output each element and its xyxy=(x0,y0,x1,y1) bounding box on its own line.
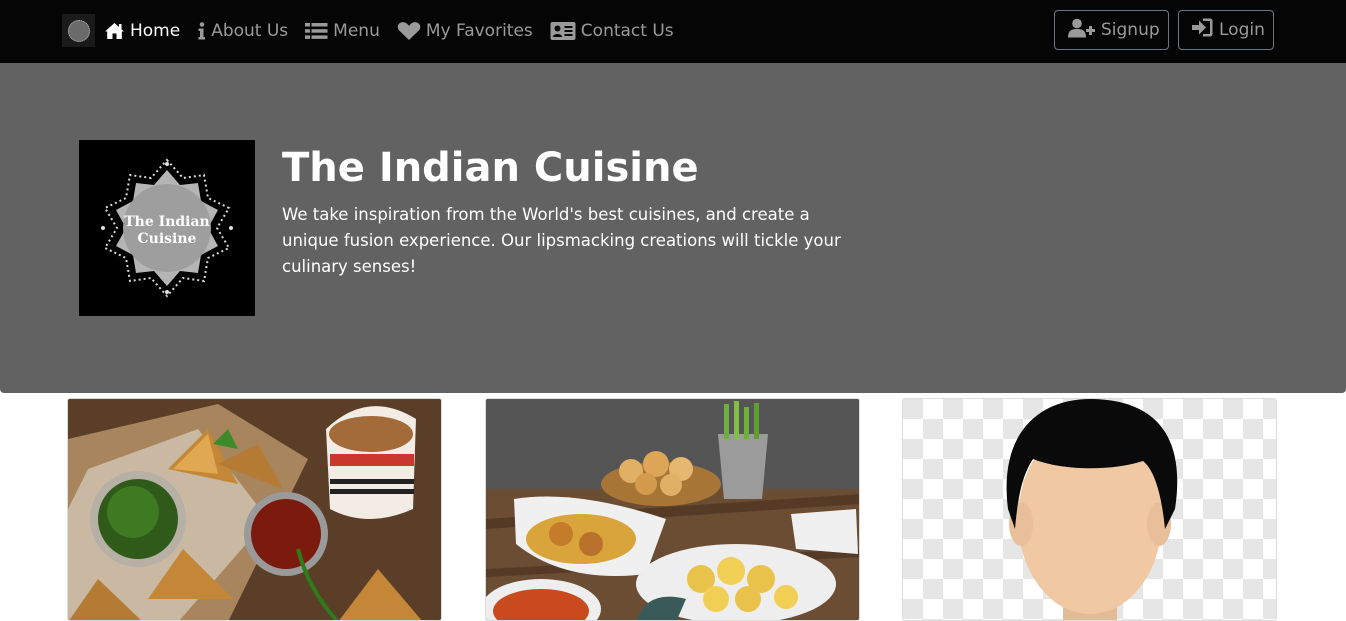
logo-text-line1: The Indian xyxy=(124,214,209,230)
nav-contact-us[interactable]: Contact Us xyxy=(550,21,674,41)
login-label: Login xyxy=(1219,20,1265,40)
card-avatar[interactable] xyxy=(902,398,1277,621)
nav-about-label: About Us xyxy=(211,21,289,41)
navbar: Home About Us Menu My Favorites Contact … xyxy=(0,0,1346,63)
nav-favorites-label: My Favorites xyxy=(425,21,533,41)
signup-button[interactable]: Signup xyxy=(1054,10,1169,50)
hero-description: We take inspiration from the World's bes… xyxy=(282,205,841,276)
logo-text-line2: Cuisine xyxy=(138,231,197,247)
nav-menu[interactable]: Menu xyxy=(305,21,380,41)
nav-home[interactable]: Home xyxy=(104,21,180,41)
brand-logo-icon xyxy=(67,19,90,42)
list-icon xyxy=(305,22,328,40)
nav-about-us[interactable]: About Us xyxy=(197,21,288,41)
signup-label: Signup xyxy=(1101,20,1160,40)
info-icon xyxy=(197,22,206,40)
hero-logo: The Indian Cuisine xyxy=(79,140,255,316)
nav-menu-label: Menu xyxy=(333,21,380,41)
nav-links: Home About Us Menu My Favorites Contact … xyxy=(104,18,691,44)
jumbotron: The Indian Cuisine The Indian Cuisine We… xyxy=(0,63,1346,393)
nav-contact-label: Contact Us xyxy=(580,21,674,41)
card-pani-puri[interactable] xyxy=(485,398,860,621)
samosa-and-chai-photo xyxy=(68,399,441,620)
login-button[interactable]: Login xyxy=(1178,10,1274,50)
sign-in-icon xyxy=(1192,18,1213,42)
nav-my-favorites[interactable]: My Favorites xyxy=(397,21,533,41)
user-plus-icon xyxy=(1068,18,1095,43)
home-icon xyxy=(104,22,125,40)
avatar-placeholder xyxy=(903,399,1276,620)
address-card-icon xyxy=(550,21,576,41)
card-samosa[interactable] xyxy=(67,398,442,621)
heart-icon xyxy=(397,21,421,41)
brand-logo[interactable] xyxy=(62,14,95,47)
page-title: The Indian Cuisine xyxy=(282,145,699,191)
pani-puri-chaat-photo xyxy=(486,399,859,620)
nav-home-label: Home xyxy=(130,21,181,41)
